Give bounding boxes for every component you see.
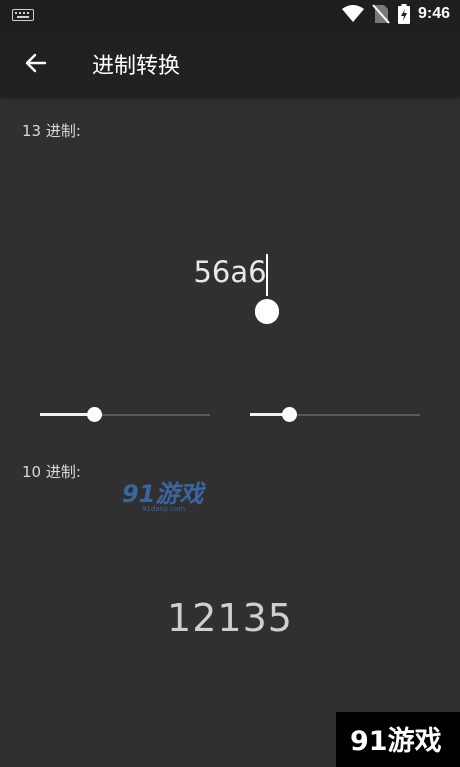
status-time: 9:46 <box>417 5 450 22</box>
app-bar: 进制转换 <box>0 30 460 96</box>
source-base-slider[interactable] <box>40 402 210 428</box>
source-base-label: 13 进制: <box>22 122 81 140</box>
back-button[interactable] <box>14 43 58 83</box>
target-base-label: 10 进制: <box>22 463 81 481</box>
watermark-corner-brand: 91游戏 <box>350 726 442 757</box>
watermark-site: 91danji.com <box>142 505 185 513</box>
arrow-left-icon <box>25 53 47 73</box>
no-sim-icon <box>372 4 390 24</box>
slider-thumb[interactable] <box>87 407 103 422</box>
text-cursor <box>266 254 268 296</box>
keyboard-icon <box>12 9 34 21</box>
slider-thumb[interactable] <box>282 407 298 422</box>
watermark-logo: 91游戏 91danji.com <box>122 480 206 513</box>
battery-charging-icon <box>397 4 410 24</box>
status-icons: 9:46 <box>341 4 450 24</box>
watermark-corner: 91游戏 <box>336 712 460 767</box>
target-base-slider[interactable] <box>250 402 420 428</box>
watermark-corner-logo: 91游戏 <box>350 726 442 757</box>
number-input[interactable]: 56a6 <box>0 255 460 289</box>
slider-fill <box>40 413 95 416</box>
page-title: 进制转换 <box>92 54 181 79</box>
screen: 9:46 进制转换 13 进制: 56a6 10 进制: 91游戏 91danj… <box>0 0 460 767</box>
status-bar: 9:46 <box>0 0 460 30</box>
wifi-icon <box>341 5 364 22</box>
cursor-handle-icon[interactable] <box>254 296 280 324</box>
watermark-brand: 91游戏 <box>122 480 206 508</box>
result-value: 12135 <box>167 596 293 640</box>
